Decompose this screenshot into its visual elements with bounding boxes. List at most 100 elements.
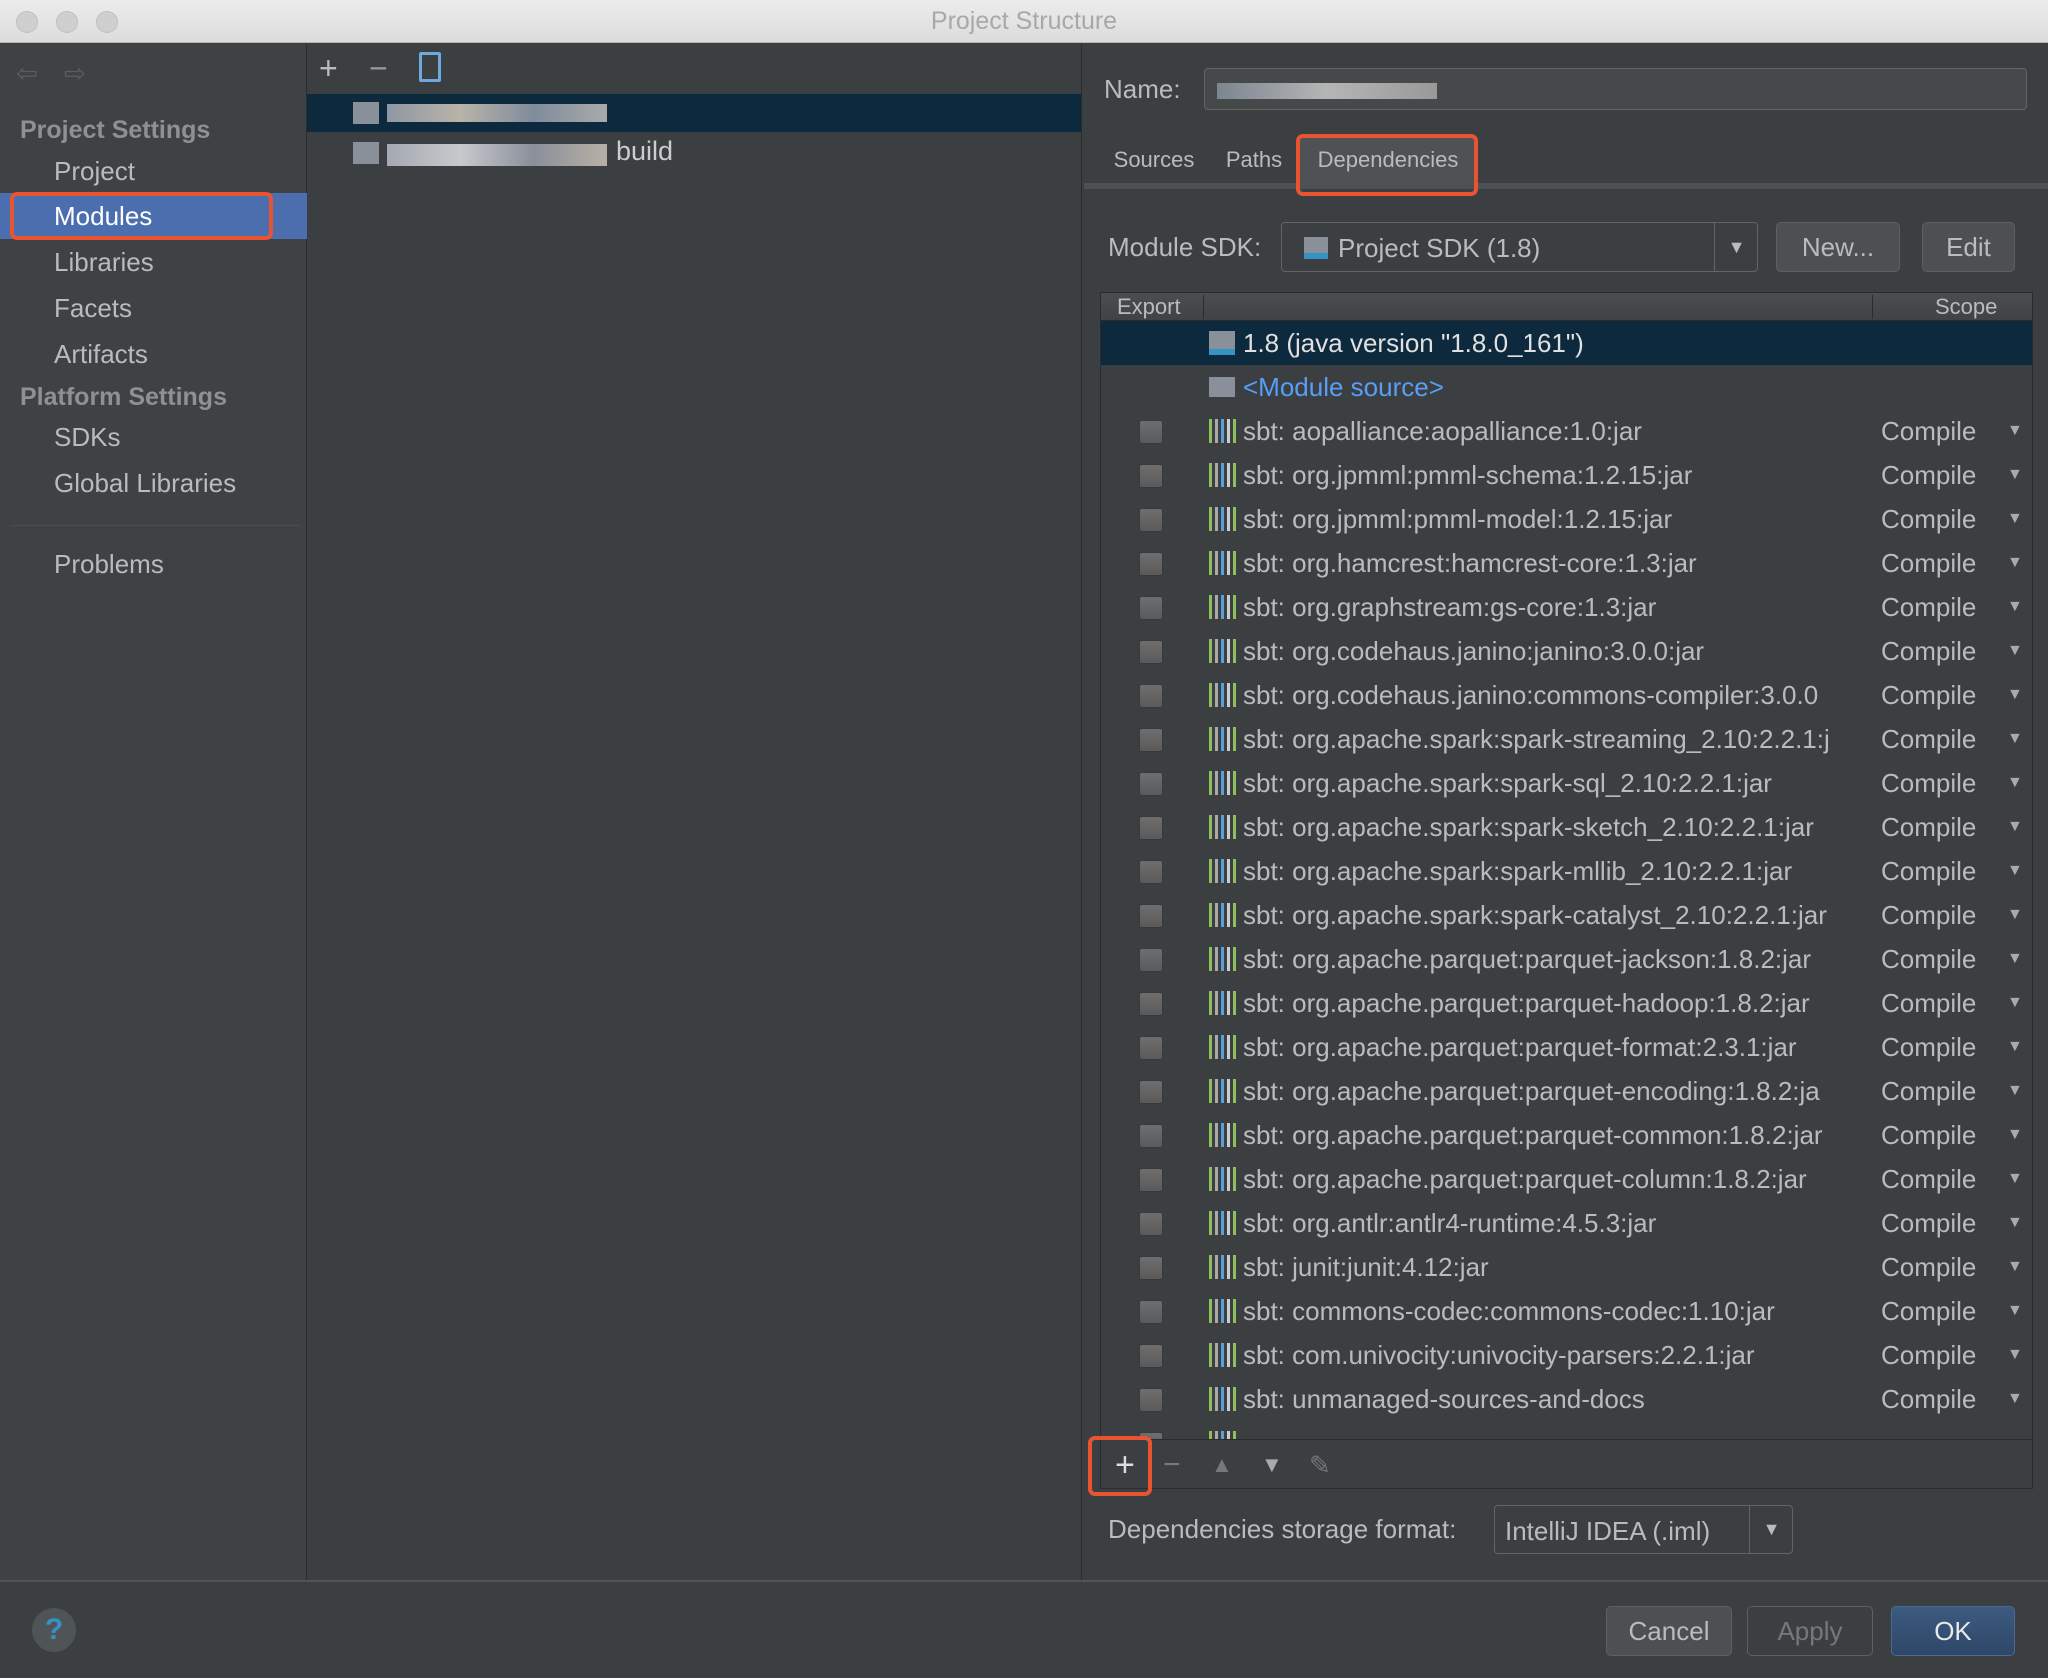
export-checkbox[interactable]	[1139, 816, 1163, 840]
sidebar-item-modules[interactable]: Modules	[54, 201, 152, 232]
scope-dropdown-arrow-icon[interactable]: ▼	[2007, 1113, 2023, 1157]
export-checkbox[interactable]	[1139, 596, 1163, 620]
export-checkbox[interactable]	[1139, 1256, 1163, 1280]
scope-dropdown-arrow-icon[interactable]: ▼	[2007, 585, 2023, 629]
scope-dropdown-arrow-icon[interactable]: ▼	[2007, 409, 2023, 453]
table-row[interactable]: sbt: org.antlr:antlr4-runtime:4.5.3:jar C…	[1101, 1201, 2032, 1245]
copy-module-icon[interactable]	[419, 52, 441, 82]
add-module-icon[interactable]: +	[319, 50, 338, 87]
sidebar-item-problems[interactable]: Problems	[54, 549, 164, 580]
scope-dropdown-arrow-icon[interactable]: ▼	[2007, 717, 2023, 761]
export-checkbox[interactable]	[1139, 904, 1163, 928]
scope-dropdown-arrow-icon[interactable]: ▼	[2007, 849, 2023, 893]
table-row[interactable]: sbt: org.apache.parquet:parquet-jackson:…	[1101, 937, 2032, 981]
dependency-scope[interactable]: Compile	[1881, 761, 2001, 805]
table-row[interactable]: sbt: aopalliance:aopalliance:1.0:jar Comp…	[1101, 409, 2032, 453]
export-checkbox[interactable]	[1139, 1388, 1163, 1412]
export-checkbox[interactable]	[1139, 552, 1163, 576]
scope-dropdown-arrow-icon[interactable]: ▼	[2007, 673, 2023, 717]
scope-dropdown-arrow-icon[interactable]: ▼	[2007, 1245, 2023, 1289]
export-checkbox[interactable]	[1139, 992, 1163, 1016]
cancel-button[interactable]: Cancel	[1606, 1606, 1732, 1656]
forward-arrow-icon[interactable]: ⇨	[64, 58, 86, 89]
module-tree-item-selected[interactable]	[307, 94, 1081, 132]
help-button[interactable]: ?	[32, 1608, 76, 1652]
export-checkbox[interactable]	[1139, 728, 1163, 752]
table-row-sdk[interactable]: 1.8 (java version "1.8.0_161")	[1101, 321, 2032, 365]
dependency-scope[interactable]: Compile	[1881, 1333, 2001, 1377]
table-row[interactable]: sbt: org.apache.spark:spark-streaming_2.…	[1101, 717, 2032, 761]
scope-dropdown-arrow-icon[interactable]: ▼	[2007, 1333, 2023, 1377]
remove-module-icon[interactable]: −	[369, 50, 388, 87]
dependency-scope[interactable]: Compile	[1881, 1289, 2001, 1333]
export-checkbox[interactable]	[1139, 684, 1163, 708]
export-checkbox[interactable]	[1139, 464, 1163, 488]
dependency-scope[interactable]: Compile	[1881, 1245, 2001, 1289]
scope-dropdown-arrow-icon[interactable]: ▼	[2007, 1025, 2023, 1069]
dependency-scope[interactable]: Compile	[1881, 1069, 2001, 1113]
storage-format-dropdown[interactable]: IntelliJ IDEA (.iml) ▼	[1494, 1505, 1793, 1554]
scope-dropdown-arrow-icon[interactable]: ▼	[2007, 1069, 2023, 1113]
tab-sources[interactable]: Sources	[1104, 137, 1204, 183]
dependency-scope[interactable]: Compile	[1881, 937, 2001, 981]
export-checkbox[interactable]	[1139, 1124, 1163, 1148]
export-checkbox[interactable]	[1139, 860, 1163, 884]
dependency-scope[interactable]: Compile	[1881, 453, 2001, 497]
scope-dropdown-arrow-icon[interactable]: ▼	[2007, 453, 2023, 497]
dependency-scope[interactable]: Compile	[1881, 497, 2001, 541]
dependency-scope[interactable]: Compile	[1881, 805, 2001, 849]
dependency-scope[interactable]: Compile	[1881, 409, 2001, 453]
minimize-window-button[interactable]	[56, 11, 78, 33]
export-checkbox[interactable]	[1139, 1036, 1163, 1060]
scope-dropdown-arrow-icon[interactable]: ▼	[2007, 1201, 2023, 1245]
remove-dependency-icon[interactable]: −	[1163, 1440, 1181, 1488]
table-row-partial[interactable]	[1101, 1421, 2032, 1439]
new-sdk-button[interactable]: New...	[1776, 222, 1900, 272]
dependency-scope[interactable]: Compile	[1881, 1201, 2001, 1245]
tab-paths[interactable]: Paths	[1208, 137, 1300, 183]
dependency-scope[interactable]: Compile	[1881, 849, 2001, 893]
dependency-scope[interactable]: Compile	[1881, 1113, 2001, 1157]
apply-button[interactable]: Apply	[1747, 1606, 1873, 1656]
scope-dropdown-arrow-icon[interactable]: ▼	[2007, 497, 2023, 541]
zoom-window-button[interactable]	[96, 11, 118, 33]
export-column-header[interactable]: Export	[1117, 293, 1181, 321]
close-window-button[interactable]	[16, 11, 38, 33]
table-row[interactable]: sbt: org.apache.parquet:parquet-encoding…	[1101, 1069, 2032, 1113]
module-tree-item-build[interactable]: build	[307, 132, 1081, 172]
module-sdk-dropdown[interactable]: Project SDK (1.8) ▼	[1281, 222, 1758, 272]
table-row[interactable]: sbt: org.apache.spark:spark-catalyst_2.1…	[1101, 893, 2032, 937]
table-row[interactable]: sbt: org.jpmml:pmml-model:1.2.15:jar Comp…	[1101, 497, 2032, 541]
export-checkbox[interactable]	[1139, 1300, 1163, 1324]
sidebar-item-artifacts[interactable]: Artifacts	[54, 339, 148, 370]
table-row[interactable]: sbt: org.apache.parquet:parquet-common:1…	[1101, 1113, 2032, 1157]
export-checkbox[interactable]	[1139, 1344, 1163, 1368]
sidebar-item-libraries[interactable]: Libraries	[54, 247, 154, 278]
sidebar-item-sdks[interactable]: SDKs	[54, 422, 120, 453]
scope-dropdown-arrow-icon[interactable]: ▼	[2007, 629, 2023, 673]
scope-dropdown-arrow-icon[interactable]: ▼	[2007, 981, 2023, 1025]
move-up-icon[interactable]: ▲	[1211, 1440, 1233, 1488]
dependency-scope[interactable]: Compile	[1881, 717, 2001, 761]
dependency-scope[interactable]: Compile	[1881, 585, 2001, 629]
scope-dropdown-arrow-icon[interactable]: ▼	[2007, 1289, 2023, 1333]
table-row[interactable]: sbt: junit:junit:4.12:jar Compile ▼	[1101, 1245, 2032, 1289]
export-checkbox[interactable]	[1139, 948, 1163, 972]
table-row[interactable]: sbt: org.codehaus.janino:janino:3.0.0:ja…	[1101, 629, 2032, 673]
table-row[interactable]: sbt: org.jpmml:pmml-schema:1.2.15:jar Com…	[1101, 453, 2032, 497]
dependency-scope[interactable]: Compile	[1881, 893, 2001, 937]
dependency-scope[interactable]: Compile	[1881, 981, 2001, 1025]
scope-dropdown-arrow-icon[interactable]: ▼	[2007, 1377, 2023, 1421]
table-row[interactable]: sbt: org.apache.parquet:parquet-format:2…	[1101, 1025, 2032, 1069]
table-row[interactable]: sbt: commons-codec:commons-codec:1.10:ja…	[1101, 1289, 2032, 1333]
table-row[interactable]: sbt: com.univocity:univocity-parsers:2.2…	[1101, 1333, 2032, 1377]
export-checkbox[interactable]	[1139, 640, 1163, 664]
table-row-module-source[interactable]: <Module source>	[1101, 365, 2032, 409]
back-arrow-icon[interactable]: ⇦	[16, 58, 38, 89]
edit-pencil-icon[interactable]: ✎	[1309, 1440, 1331, 1488]
scope-dropdown-arrow-icon[interactable]: ▼	[2007, 1157, 2023, 1201]
dependency-scope[interactable]: Compile	[1881, 1157, 2001, 1201]
table-row[interactable]: sbt: org.codehaus.janino:commons-compile…	[1101, 673, 2032, 717]
table-row[interactable]: sbt: org.apache.spark:spark-sketch_2.10:…	[1101, 805, 2032, 849]
export-checkbox[interactable]	[1139, 508, 1163, 532]
